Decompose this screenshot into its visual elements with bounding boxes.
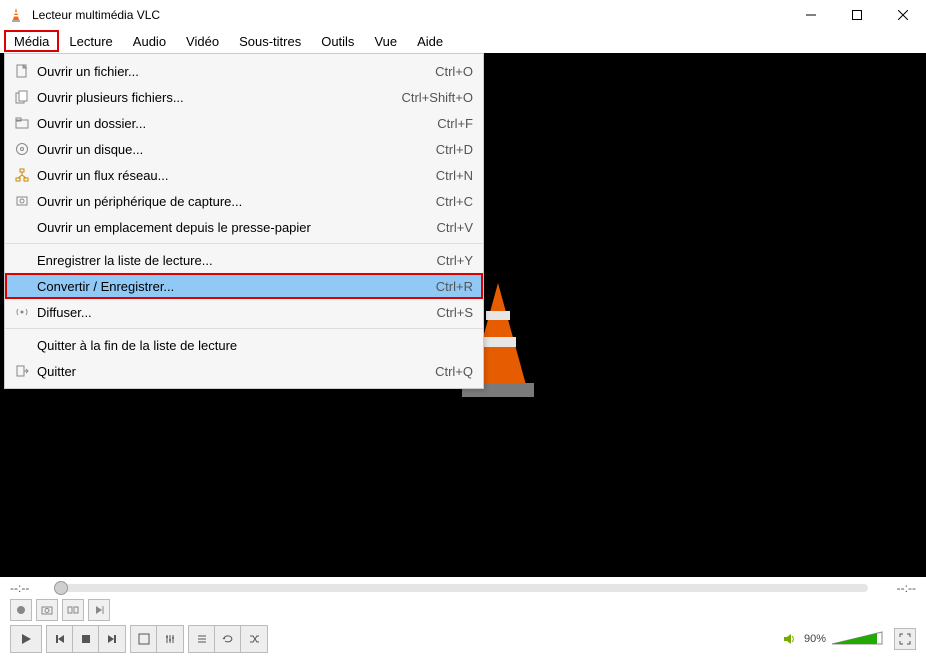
menu-soustitres[interactable]: Sous-titres bbox=[229, 30, 311, 52]
playlist-button[interactable] bbox=[189, 626, 215, 652]
menu-item-shortcut: Ctrl+V bbox=[437, 220, 473, 235]
file-icon bbox=[11, 64, 33, 78]
menu-separator bbox=[5, 328, 483, 329]
seek-bar-row: --:-- --:-- bbox=[0, 577, 926, 599]
menu-item-shortcut: Ctrl+D bbox=[436, 142, 473, 157]
menu-item-shortcut: Ctrl+F bbox=[437, 116, 473, 131]
menu-label: Vue bbox=[374, 34, 397, 49]
menu-item-label: Ouvrir plusieurs fichiers... bbox=[33, 90, 401, 105]
menu-item-shortcut: Ctrl+Q bbox=[435, 364, 473, 379]
menu-label: Outils bbox=[321, 34, 354, 49]
menu-item-open-disc[interactable]: Ouvrir un disque... Ctrl+D bbox=[5, 136, 483, 162]
menu-item-open-folder[interactable]: Ouvrir un dossier... Ctrl+F bbox=[5, 110, 483, 136]
menu-bar: Média Lecture Audio Vidéo Sous-titres Ou… bbox=[0, 30, 926, 52]
frame-step-button[interactable] bbox=[88, 599, 110, 621]
menu-item-open-clipboard[interactable]: Ouvrir un emplacement depuis le presse-p… bbox=[5, 214, 483, 240]
menu-item-convert-save[interactable]: Convertir / Enregistrer... Ctrl+R bbox=[5, 273, 483, 299]
menu-label: Média bbox=[14, 34, 49, 49]
menu-label: Aide bbox=[417, 34, 443, 49]
menu-item-shortcut: Ctrl+R bbox=[436, 279, 473, 294]
menu-item-stream[interactable]: Diffuser... Ctrl+S bbox=[5, 299, 483, 325]
play-button[interactable] bbox=[10, 625, 42, 653]
menu-item-label: Ouvrir un flux réseau... bbox=[33, 168, 436, 183]
prev-button[interactable] bbox=[47, 626, 73, 652]
menu-video[interactable]: Vidéo bbox=[176, 30, 229, 52]
menu-vue[interactable]: Vue bbox=[364, 30, 407, 52]
primary-controls-row: 90% bbox=[10, 625, 916, 653]
menu-item-shortcut: Ctrl+Shift+O bbox=[401, 90, 473, 105]
volume-slider[interactable] bbox=[832, 630, 888, 648]
time-total: --:-- bbox=[876, 581, 916, 595]
loop-button[interactable] bbox=[215, 626, 241, 652]
secondary-controls-row bbox=[10, 599, 916, 621]
fullscreen-button[interactable] bbox=[131, 626, 157, 652]
menu-separator bbox=[5, 243, 483, 244]
maximize-button[interactable] bbox=[834, 0, 880, 30]
menu-item-shortcut: Ctrl+O bbox=[435, 64, 473, 79]
snapshot-button[interactable] bbox=[36, 599, 58, 621]
menu-label: Lecture bbox=[69, 34, 112, 49]
menu-item-open-file[interactable]: Ouvrir un fichier... Ctrl+O bbox=[5, 58, 483, 84]
menu-item-shortcut: Ctrl+C bbox=[436, 194, 473, 209]
extended-settings-button[interactable] bbox=[157, 626, 183, 652]
menu-item-shortcut: Ctrl+Y bbox=[437, 253, 473, 268]
menu-outils[interactable]: Outils bbox=[311, 30, 364, 52]
menu-lecture[interactable]: Lecture bbox=[59, 30, 122, 52]
menu-item-label: Enregistrer la liste de lecture... bbox=[33, 253, 437, 268]
menu-media[interactable]: Média bbox=[4, 30, 59, 52]
menu-item-open-network-stream[interactable]: Ouvrir un flux réseau... Ctrl+N bbox=[5, 162, 483, 188]
menu-item-shortcut: Ctrl+S bbox=[437, 305, 473, 320]
menu-item-shortcut: Ctrl+N bbox=[436, 168, 473, 183]
next-button[interactable] bbox=[99, 626, 125, 652]
close-button[interactable] bbox=[880, 0, 926, 30]
menu-item-label: Convertir / Enregistrer... bbox=[33, 279, 436, 294]
minimize-button[interactable] bbox=[788, 0, 834, 30]
menu-item-label: Quitter bbox=[33, 364, 435, 379]
window-title: Lecteur multimédia VLC bbox=[32, 8, 788, 22]
view-group bbox=[130, 625, 184, 653]
speaker-icon[interactable] bbox=[782, 632, 798, 646]
seek-thumb[interactable] bbox=[54, 581, 68, 595]
volume-percent: 90% bbox=[804, 633, 826, 645]
shuffle-button[interactable] bbox=[241, 626, 267, 652]
menu-item-open-multiple-files[interactable]: Ouvrir plusieurs fichiers... Ctrl+Shift+… bbox=[5, 84, 483, 110]
menu-item-save-playlist[interactable]: Enregistrer la liste de lecture... Ctrl+… bbox=[5, 247, 483, 273]
seek-track[interactable] bbox=[58, 584, 868, 592]
menu-item-label: Ouvrir un périphérique de capture... bbox=[33, 194, 436, 209]
title-bar: Lecteur multimédia VLC bbox=[0, 0, 926, 30]
stream-icon bbox=[11, 305, 33, 319]
bottom-controls: --:-- --:-- bbox=[0, 577, 926, 647]
time-elapsed: --:-- bbox=[10, 581, 50, 595]
menu-label: Vidéo bbox=[186, 34, 219, 49]
playlist-group bbox=[188, 625, 268, 653]
capture-icon bbox=[11, 194, 33, 208]
menu-audio[interactable]: Audio bbox=[123, 30, 176, 52]
playback-group bbox=[46, 625, 126, 653]
disc-icon bbox=[11, 142, 33, 156]
media-menu-dropdown: Ouvrir un fichier... Ctrl+O Ouvrir plusi… bbox=[4, 53, 484, 389]
menu-item-open-capture-device[interactable]: Ouvrir un périphérique de capture... Ctr… bbox=[5, 188, 483, 214]
vlc-cone-icon bbox=[8, 7, 24, 23]
menu-item-label: Ouvrir un dossier... bbox=[33, 116, 437, 131]
quit-icon bbox=[11, 364, 33, 378]
menu-aide[interactable]: Aide bbox=[407, 30, 453, 52]
loop-ab-button[interactable] bbox=[62, 599, 84, 621]
menu-item-label: Ouvrir un emplacement depuis le presse-p… bbox=[33, 220, 437, 235]
folder-icon bbox=[11, 116, 33, 130]
record-button[interactable] bbox=[10, 599, 32, 621]
menu-item-label: Diffuser... bbox=[33, 305, 437, 320]
files-icon bbox=[11, 90, 33, 104]
menu-label: Audio bbox=[133, 34, 166, 49]
stop-button[interactable] bbox=[73, 626, 99, 652]
menu-item-label: Ouvrir un disque... bbox=[33, 142, 436, 157]
network-icon bbox=[11, 168, 33, 182]
menu-item-label: Ouvrir un fichier... bbox=[33, 64, 435, 79]
menu-item-label: Quitter à la fin de la liste de lecture bbox=[33, 338, 473, 353]
menu-label: Sous-titres bbox=[239, 34, 301, 49]
menu-item-quit[interactable]: Quitter Ctrl+Q bbox=[5, 358, 483, 384]
menu-item-quit-after-playlist[interactable]: Quitter à la fin de la liste de lecture bbox=[5, 332, 483, 358]
